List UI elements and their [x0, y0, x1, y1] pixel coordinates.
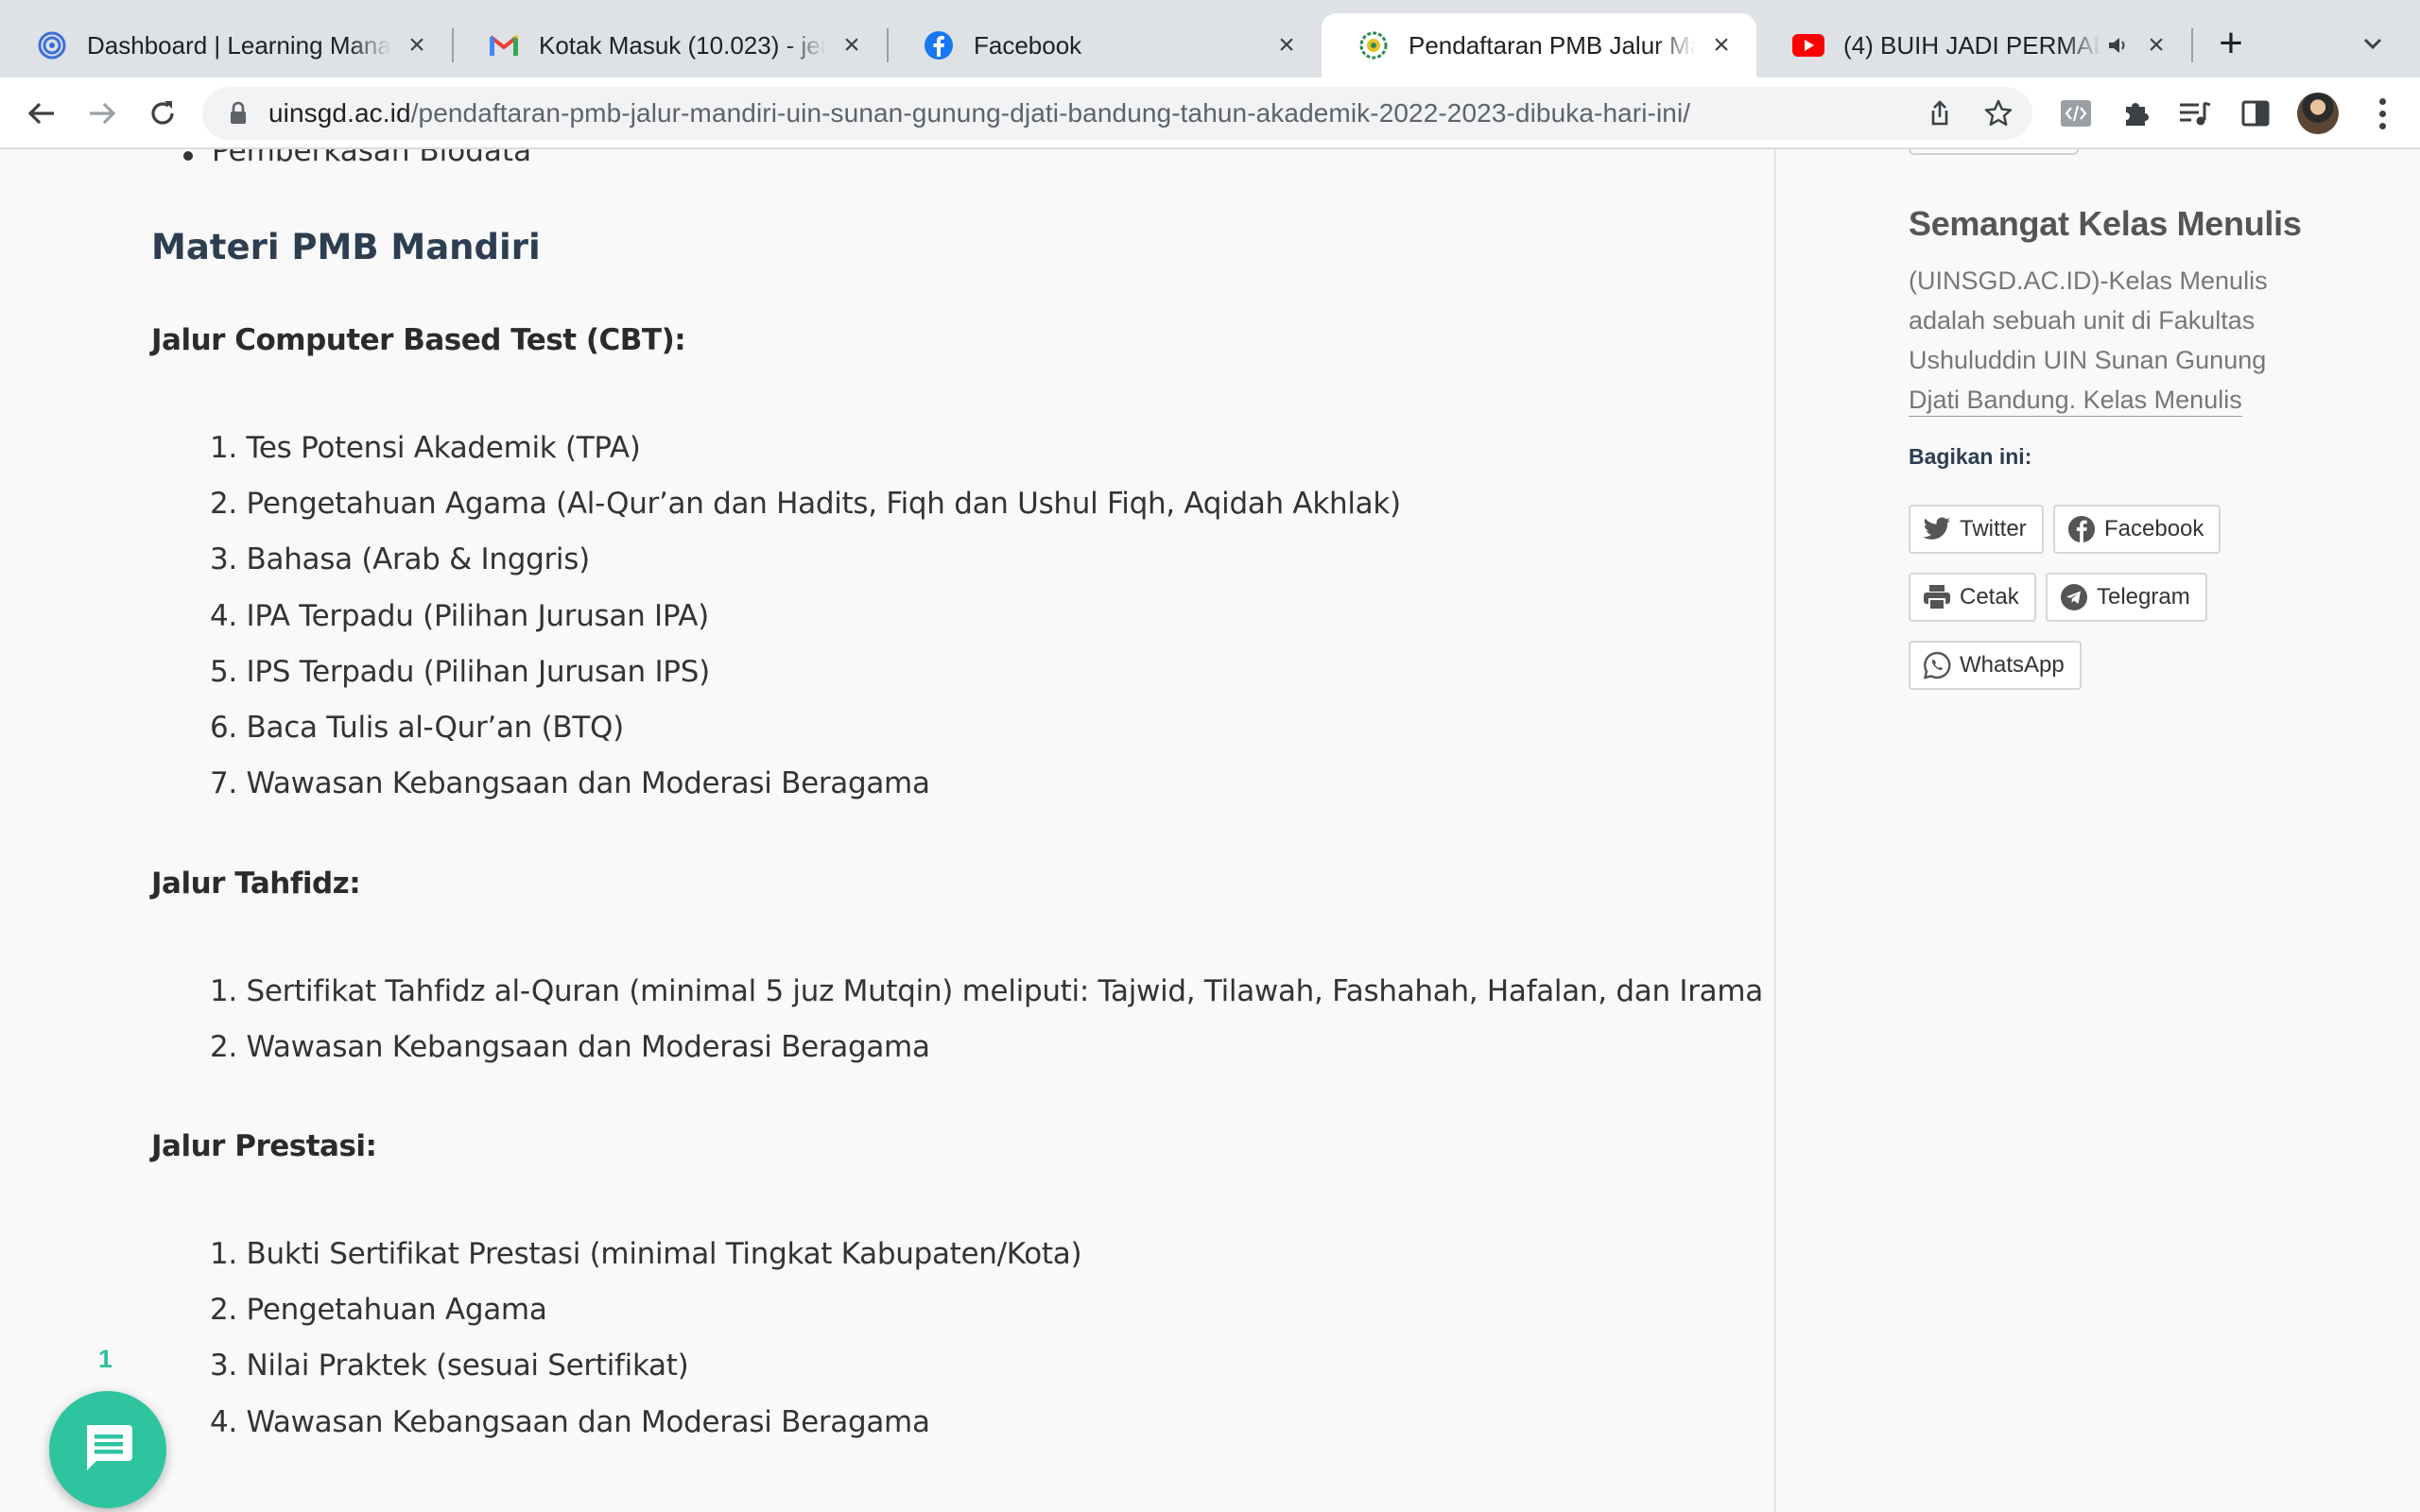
group-heading-prestasi: Jalur Prestasi:	[151, 1129, 377, 1163]
close-tab-icon[interactable]: ×	[1707, 29, 1736, 60]
address-bar[interactable]: uinsgd.ac.id/pendaftaran-pmb-jalur-mandi…	[202, 87, 2032, 140]
lock-icon[interactable]	[225, 100, 251, 127]
browser-toolbar: uinsgd.ac.id/pendaftaran-pmb-jalur-mandi…	[0, 77, 2420, 149]
excerpt-line: Djati Bandung. Kelas Menulis	[1909, 384, 2242, 417]
facebook-icon	[2066, 514, 2097, 544]
chat-unread-count: 1	[98, 1345, 113, 1373]
media-queue-icon[interactable]	[2176, 94, 2214, 132]
back-arrow-icon[interactable]	[21, 93, 62, 134]
tab-dashboard[interactable]: Dashboard | Learning Management ×	[0, 13, 454, 77]
share-whatsapp-label: WhatsApp	[1960, 652, 2065, 678]
printer-icon	[1922, 582, 1952, 612]
tab-title: Kotak Masuk (10.023) - jemmy	[539, 30, 826, 60]
tab-title: Dashboard | Learning Management	[87, 30, 391, 60]
list-tahfidz: 1. Sertifikat Tahfidz al-Quran (minimal …	[210, 964, 1763, 1075]
extensions-puzzle-icon[interactable]	[2118, 94, 2155, 132]
list-item: 2. Pengetahuan Agama	[210, 1293, 547, 1328]
telegram-icon	[2059, 582, 2089, 612]
related-post-excerpt: (UINSGD.AC.ID)-Kelas Menulis adalah sebu…	[1909, 261, 2296, 420]
list-item: 4. IPA Terpadu (Pilihan Jurusan IPA)	[210, 598, 709, 633]
tab-title: Pendaftaran PMB Jalur Mandiri	[1409, 30, 1696, 60]
excerpt-line: (UINSGD.AC.ID)-Kelas Menulis	[1909, 266, 2268, 295]
tab-title: (4) BUIH JADI PERMADANI	[1843, 30, 2100, 60]
tab-pmb-active[interactable]: Pendaftaran PMB Jalur Mandiri ×	[1322, 13, 1756, 77]
side-panel-icon[interactable]	[2237, 94, 2274, 132]
tab-youtube[interactable]: (4) BUIH JADI PERMADANI ×	[1756, 13, 2193, 77]
url-text[interactable]: uinsgd.ac.id/pendaftaran-pmb-jalur-mandi…	[268, 98, 1690, 129]
profile-avatar[interactable]	[2297, 93, 2339, 134]
close-tab-icon[interactable]: ×	[403, 29, 431, 60]
excerpt-line: Ushuluddin UIN Sunan Gunung	[1909, 346, 2267, 374]
tab-separator	[2191, 28, 2193, 62]
new-tab-button[interactable]: +	[2208, 21, 2254, 66]
section-title: Materi PMB Mandiri	[151, 227, 541, 267]
list-item: Pemberkasan Biodata	[182, 149, 531, 168]
close-tab-icon[interactable]: ×	[2142, 29, 2170, 60]
related-post-title[interactable]: Semangat Kelas Menulis	[1909, 204, 2302, 244]
tab-title: Facebook	[974, 30, 1082, 60]
sidebar-top-box	[1909, 149, 2079, 155]
youtube-icon	[1792, 29, 1824, 61]
list-item: 1. Bukti Sertifikat Prestasi (minimal Ti…	[210, 1237, 1082, 1271]
close-tab-icon[interactable]: ×	[1272, 29, 1301, 60]
speaker-audio-icon[interactable]	[2106, 29, 2131, 61]
url-path: /pendaftaran-pmb-jalur-mandiri-uin-sunan…	[410, 98, 1691, 128]
page-viewport: Pemberkasan Biodata Materi PMB Mandiri J…	[0, 149, 2420, 1512]
gmail-icon	[488, 29, 520, 61]
share-twitter-label: Twitter	[1960, 516, 2027, 541]
chat-widget-button[interactable]	[49, 1391, 166, 1508]
share-facebook-label: Facebook	[2104, 516, 2204, 541]
list-cbt: 1. Tes Potensi Akademik (TPA) 2. Pengeta…	[210, 421, 1401, 812]
facebook-icon	[923, 29, 955, 61]
share-facebook-button[interactable]: Facebook	[2053, 505, 2221, 554]
list-item: 2. Pengetahuan Agama (Al-Qur’an dan Hadi…	[210, 487, 1401, 522]
share-whatsapp-button[interactable]: WhatsApp	[1909, 641, 2082, 690]
list-item: 6. Baca Tulis al-Qur’an (BTQ)	[210, 710, 624, 745]
tab-search-chevron-icon[interactable]	[2354, 25, 2392, 62]
list-item: 4. Wawasan Kebangsaan dan Moderasi Berag…	[210, 1404, 930, 1439]
list-item: 2. Wawasan Kebangsaan dan Moderasi Berag…	[210, 1030, 930, 1065]
bookmark-star-icon[interactable]	[1983, 98, 2014, 129]
list-item: 3. Nilai Praktek (sesuai Sertifikat)	[210, 1349, 689, 1383]
share-print-label: Cetak	[1960, 584, 2019, 610]
whatsapp-icon	[1922, 650, 1952, 680]
devtools-extension-icon[interactable]	[2057, 94, 2095, 132]
twitter-icon	[1922, 514, 1952, 544]
lms-spiral-icon	[36, 29, 68, 61]
group-heading-cbt: Jalur Computer Based Test (CBT):	[151, 323, 686, 357]
share-telegram-button[interactable]: Telegram	[2046, 573, 2207, 622]
url-host: uinsgd.ac.id	[268, 98, 411, 128]
chat-icon	[78, 1418, 138, 1483]
list-item: 1. Sertifikat Tahfidz al-Quran (minimal …	[210, 974, 1763, 1008]
tab-strip: Dashboard | Learning Management × Kotak …	[0, 0, 2420, 77]
forward-arrow-icon[interactable]	[81, 93, 123, 134]
browser-menu-icon[interactable]	[2363, 94, 2401, 132]
list-prestasi: 1. Bukti Sertifikat Prestasi (minimal Ti…	[210, 1227, 1082, 1451]
close-tab-icon[interactable]: ×	[838, 29, 866, 60]
share-print-button[interactable]: Cetak	[1909, 573, 2036, 622]
list-item: 3. Bahasa (Arab & Inggris)	[210, 542, 590, 577]
list-item: 1. Tes Potensi Akademik (TPA)	[210, 431, 641, 465]
reload-icon[interactable]	[142, 93, 183, 134]
tab-facebook[interactable]: Facebook ×	[887, 13, 1322, 77]
sidebar-divider	[1774, 149, 1776, 1512]
share-telegram-label: Telegram	[2097, 584, 2190, 610]
tab-gmail[interactable]: Kotak Masuk (10.023) - jemmy ×	[452, 13, 889, 77]
uin-logo-icon	[1357, 29, 1390, 61]
excerpt-line: adalah sebuah unit di Fakultas	[1909, 306, 2256, 335]
share-twitter-button[interactable]: Twitter	[1909, 505, 2044, 554]
list-item: 7. Wawasan Kebangsaan dan Moderasi Berag…	[210, 766, 930, 801]
share-label: Bagikan ini:	[1909, 444, 2032, 469]
group-heading-tahfidz: Jalur Tahfidz:	[151, 867, 361, 901]
list-item: 5. IPS Terpadu (Pilihan Jurusan IPS)	[210, 654, 710, 689]
share-icon[interactable]	[1925, 98, 1955, 129]
